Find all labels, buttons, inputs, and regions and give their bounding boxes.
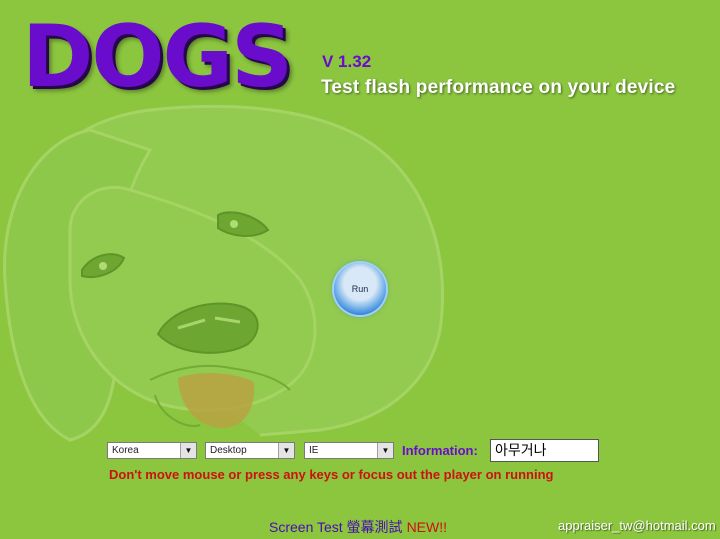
new-badge: NEW!!: [406, 519, 448, 535]
information-label: Information:: [402, 443, 478, 458]
information-input[interactable]: 아무거나: [490, 439, 599, 462]
warning-message: Don't move mouse or press any keys or fo…: [109, 467, 554, 482]
dropdown-arrow-icon: ▼: [377, 443, 393, 458]
browser-select-value: IE: [309, 445, 319, 456]
device-select[interactable]: Desktop ▼: [205, 442, 295, 459]
version-label: V 1.32: [322, 52, 372, 71]
contact-email: appraiser_tw@hotmail.com: [558, 518, 716, 533]
run-button-label: Run: [351, 284, 369, 294]
run-button[interactable]: Run: [334, 263, 386, 315]
country-select-value: Korea: [112, 445, 139, 456]
flash-stage: DOGS V 1.32 Test flash performance on yo…: [0, 0, 720, 539]
device-select-value: Desktop: [210, 445, 247, 456]
tagline: Test flash performance on your device: [321, 77, 676, 98]
dropdown-arrow-icon: ▼: [180, 443, 196, 458]
browser-select[interactable]: IE ▼: [304, 442, 394, 459]
country-select[interactable]: Korea ▼: [107, 442, 197, 459]
app-logo: DOGS: [22, 7, 293, 107]
screen-test-label: Screen Test 螢幕測試: [269, 519, 403, 535]
dropdown-arrow-icon: ▼: [278, 443, 294, 458]
screen-test-link[interactable]: Screen Test 螢幕測試 NEW!!: [269, 517, 447, 537]
